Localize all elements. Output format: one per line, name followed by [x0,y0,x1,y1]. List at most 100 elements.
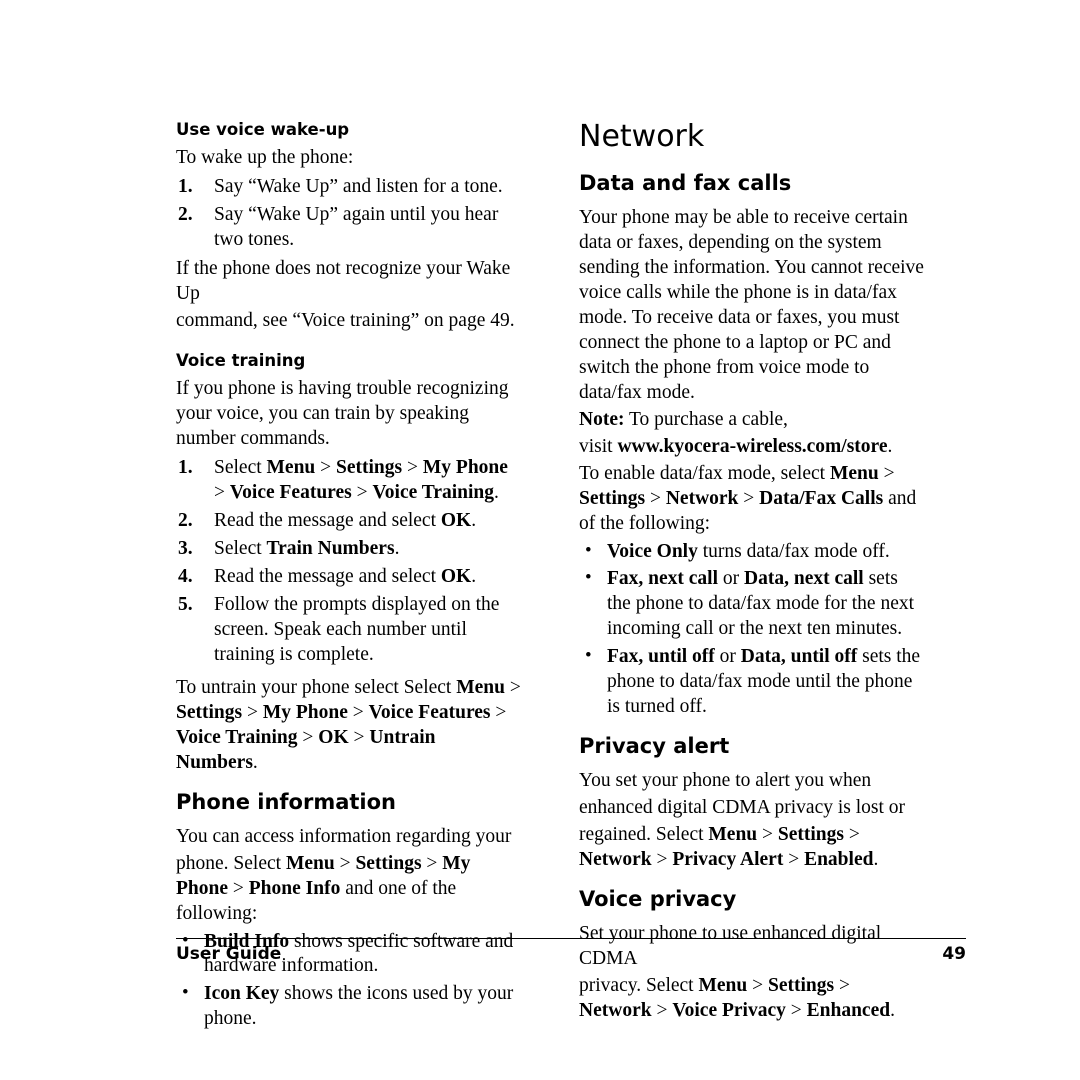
voice-privacy-line2: privacy. Select Menu > Settings > Networ… [579,974,924,1024]
wakeup-note-line1: If the phone does not recognize your Wak… [176,257,511,304]
text-run: Read the message and select [214,510,441,532]
text-run: To enable data/fax mode, select [579,462,830,484]
step-marker: 2. [178,510,193,532]
menu-path-item: Network [665,487,739,509]
menu-path-item: Voice Features [368,701,491,723]
menu-path-item: Data/Fax Calls [759,487,884,509]
menu-path-item: My Phone [422,457,508,479]
list-item: • Fax, next call or Data, next call sets… [579,567,924,642]
text-run: . [471,565,477,587]
text-run: . [890,1000,895,1022]
text-run: > [844,824,860,846]
menu-path-item: Data, next call [744,568,864,590]
text-run: privacy. Select [579,975,699,997]
bullet-text: Icon Key shows the icons used by your ph… [204,983,513,1029]
bullet-dot-icon: • [585,539,592,561]
wakeup-note-line2: command, see “Voice training” on page 49… [176,309,515,331]
text-run: . [887,435,893,457]
list-item: 5. Follow the prompts displayed on the s… [176,593,521,668]
menu-path-item: Data, until off [740,646,858,668]
step-text: Say “Wake Up” again until you hear two t… [214,203,499,250]
menu-path-item: Settings [777,824,844,846]
menu-path-item: Enhanced [806,1000,891,1022]
menu-path-item: Voice Privacy [672,1000,786,1022]
text-run: > [785,1000,807,1022]
text-run: > [645,487,666,509]
heading-use-voice-wakeup: Use voice wake-up [176,120,350,139]
list-item: 2. Read the message and select OK. [176,509,521,534]
step-marker: 1. [178,457,193,479]
text-run: regained. Select [579,824,709,846]
step-text: Say “Wake Up” and listen for a tone. [214,175,503,197]
menu-path-item: Privacy Alert [672,849,784,871]
text-run: Select [214,457,267,479]
menu-path-item: Phone Info [248,877,341,899]
text-run: or [718,568,745,590]
step-text: Read the message and select OK. [214,566,476,587]
menu-path-item: Network [579,849,652,871]
wakeup-intro: To wake up the phone: [176,146,354,168]
menu-path-item: Voice Training [372,482,495,504]
text-run: > [348,726,370,748]
bullet-text: Voice Only turns data/fax mode off. [607,541,890,562]
footer-guide-label: User Guide [176,944,282,964]
text-run: > [878,462,895,484]
footer-divider [176,938,966,939]
text-run: or [714,646,741,668]
step-marker: 4. [178,565,193,587]
bullet-dot-icon: • [585,567,592,589]
bullet-dot-icon: • [585,645,592,667]
wakeup-steps: 1. Say “Wake Up” and listen for a tone. … [176,175,521,253]
text-run: turns data/fax mode off. [697,540,890,562]
list-item: • Icon Key shows the icons used by your … [176,982,521,1032]
list-item: 2. Say “Wake Up” again until you hear tw… [176,203,521,253]
document-page: Use voice wake-up To wake up the phone: … [0,0,1080,1080]
bullet-dot-icon: • [182,982,189,1004]
text-run: > [834,975,850,997]
menu-path-item: Fax, until off [607,646,715,668]
text-run: > [651,1000,673,1022]
voice-training-steps: 1. Select Menu > Settings > My Phone > V… [176,456,521,668]
heading-phone-information: Phone information [176,789,397,814]
chapter-title-network: Network [579,119,705,154]
text-run: > [504,676,521,698]
menu-path-item: Settings [579,487,646,509]
untrain-instructions: To untrain your phone select Select Menu… [176,676,521,776]
text-run: . [394,537,400,559]
heading-voice-privacy: Voice privacy [579,887,737,912]
text-run: . [471,510,477,532]
menu-path-item: Voice Features [229,482,352,504]
step-marker: 3. [178,537,193,559]
menu-path-item: Fax, next call [607,568,719,590]
menu-path-item: Settings [767,975,835,997]
page-footer: User Guide 49 [176,944,966,964]
menu-path-item: Train Numbers [266,537,395,559]
menu-path-item: Menu [698,975,748,997]
list-item: 4. Read the message and select OK. [176,565,521,590]
page-number: 49 [942,944,966,964]
heading-data-and-fax-calls: Data and fax calls [579,171,792,195]
step-text: Read the message and select OK. [214,510,476,531]
text-run: > [347,701,369,723]
step-text: Select Menu > Settings > My Phone > Voic… [214,457,508,503]
menu-path-item: Menu [708,824,758,846]
text-run: > [490,701,507,723]
note-label: Note: [579,408,625,430]
list-item: 1. Say “Wake Up” and listen for a tone. [176,175,521,200]
bullet-text: Fax, next call or Data, next call sets t… [607,568,914,639]
text-run: > [402,457,423,479]
text-run: the following: [600,512,711,534]
text-run: . [873,849,879,871]
text-run: > [757,824,778,846]
menu-path-item: OK [440,565,472,587]
text-run: > [747,975,768,997]
step-marker: 5. [178,593,193,615]
menu-path-item: Settings [355,852,422,874]
menu-path-item: My Phone [262,701,348,723]
text-run: > [242,701,263,723]
menu-path-item: Menu [285,852,335,874]
text-run: > [228,877,249,899]
heading-voice-training: Voice training [176,351,306,371]
store-url: www.kyocera-wireless.com/store [617,435,888,457]
menu-path-item: Voice Only [607,540,698,562]
